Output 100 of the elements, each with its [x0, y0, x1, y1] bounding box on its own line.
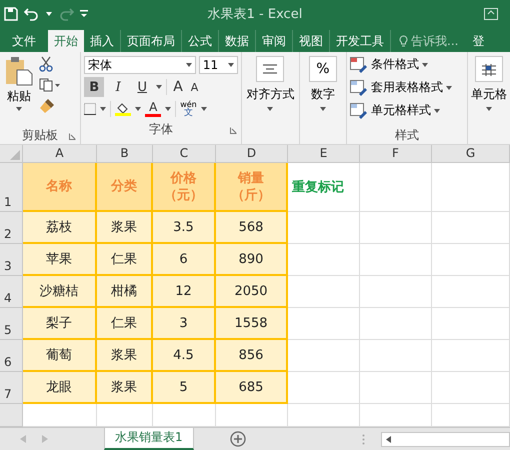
table-style-icon — [350, 56, 368, 72]
row-header[interactable]: 2 — [0, 212, 23, 244]
column-header[interactable]: B — [97, 145, 153, 162]
empty-cell — [360, 308, 432, 340]
row-header[interactable]: 3 — [0, 244, 23, 276]
caret-icon — [320, 107, 326, 111]
table-cell: 浆果 — [97, 372, 153, 404]
scissors-icon[interactable] — [39, 56, 53, 72]
caret-icon — [186, 63, 192, 67]
table-cell: 1558 — [216, 308, 288, 340]
font-color-button[interactable]: A — [145, 101, 162, 117]
caret-icon — [267, 107, 274, 111]
caret-icon[interactable] — [100, 107, 106, 111]
horizontal-scrollbar[interactable] — [380, 432, 510, 446]
caret-icon[interactable] — [200, 107, 207, 111]
caret-icon — [434, 108, 440, 112]
ribbon-tab[interactable]: 开始 — [48, 30, 84, 52]
font-style-button[interactable]: I — [108, 77, 128, 97]
table-cell: 仁果 — [97, 244, 153, 276]
column-header[interactable]: D — [216, 145, 288, 162]
empty-cell — [360, 372, 432, 404]
caret-icon[interactable] — [165, 107, 172, 111]
alignment-button[interactable]: 对齐方式 — [245, 54, 296, 111]
table-style-icon — [350, 102, 368, 118]
table-cell: 葡萄 — [23, 340, 97, 372]
column-header[interactable]: G — [432, 145, 510, 162]
table-cell: 6 — [153, 244, 216, 276]
ribbon-display-icon[interactable] — [484, 8, 498, 20]
number-format-button[interactable]: % 数字 — [302, 54, 344, 111]
customize-icon[interactable] — [80, 10, 88, 18]
table-cell: 柑橘 — [97, 276, 153, 308]
undo-icon[interactable] — [24, 6, 40, 20]
grow-font-button[interactable]: A — [171, 79, 185, 95]
sheet-tab[interactable]: 水果销量表1 — [104, 428, 194, 450]
fill-color-button[interactable] — [115, 102, 132, 116]
table-cell: 龙眼 — [23, 372, 97, 404]
copy-icon[interactable] — [39, 78, 61, 92]
group-label: 字体 — [149, 120, 174, 138]
column-header[interactable]: A — [23, 145, 97, 162]
caret-icon[interactable] — [135, 107, 142, 111]
border-icon[interactable] — [84, 103, 96, 115]
styles-menu-button[interactable]: 套用表格格式 — [350, 78, 464, 97]
styles-menu-button[interactable]: 单元格样式 — [350, 101, 464, 120]
table-cell: 梨子 — [23, 308, 97, 340]
font-name-dropdown[interactable]: 宋体 — [84, 56, 196, 74]
column-header[interactable]: E — [288, 145, 360, 162]
row-header[interactable]: 4 — [0, 276, 23, 308]
caret-icon[interactable] — [46, 12, 52, 16]
tell-me-field[interactable]: 告诉我... — [411, 32, 458, 50]
lightbulb-icon — [399, 34, 408, 48]
table-cell: 4.5 — [153, 340, 216, 372]
table-cell: 沙糖桔 — [23, 276, 97, 308]
dialog-launcher-icon[interactable] — [230, 127, 238, 134]
row-header[interactable]: 7 — [0, 372, 23, 404]
table-cell: 5 — [153, 372, 216, 404]
caret-icon — [422, 62, 428, 66]
table-cell: 荔枝 — [23, 212, 97, 244]
scroll-left-icon[interactable] — [386, 436, 391, 442]
caret-icon — [446, 86, 452, 90]
table-cell: 仁果 — [97, 308, 153, 340]
table-cell: 销量 （斤） — [216, 163, 288, 212]
cells-button[interactable]: 单元格 — [471, 54, 507, 111]
styles-menu-button[interactable]: 条件格式 — [350, 55, 464, 74]
shrink-font-button[interactable]: A — [188, 80, 200, 94]
table-cell: 3.5 — [153, 212, 216, 244]
table-cell: 浆果 — [97, 340, 153, 372]
paintbrush-icon[interactable] — [39, 98, 55, 114]
paste-button[interactable]: 粘贴 — [3, 54, 35, 122]
caret-icon[interactable] — [156, 85, 162, 89]
clipboard-icon — [3, 56, 35, 86]
sign-in-link[interactable]: 登 — [466, 30, 484, 52]
font-style-button[interactable]: B — [84, 77, 104, 97]
empty-cell — [360, 276, 432, 308]
ribbon-tab[interactable]: 文件 — [0, 30, 48, 52]
caret-icon — [16, 107, 22, 111]
table-cell: 名称 — [23, 163, 97, 212]
save-icon[interactable] — [4, 6, 18, 20]
row-header[interactable]: 1 — [0, 163, 23, 212]
phonetic-button[interactable]: wén 文 — [180, 100, 197, 118]
add-sheet-icon[interactable] — [230, 431, 246, 447]
empty-cell — [360, 244, 432, 276]
group-label: 剪贴板 — [22, 126, 58, 144]
font-style-button[interactable]: U — [132, 77, 152, 97]
table-cell: 2050 — [216, 276, 288, 308]
triangle-icon — [10, 150, 20, 160]
dialog-launcher-icon[interactable] — [69, 133, 76, 140]
empty-cell — [360, 212, 432, 244]
table-cell: 价格 （元） — [153, 163, 216, 212]
table-style-icon — [350, 80, 368, 96]
group-label: 样式 — [395, 126, 420, 144]
column-header[interactable]: C — [153, 145, 216, 162]
row-header[interactable]: 5 — [0, 308, 23, 340]
row-header[interactable]: 6 — [0, 340, 23, 372]
empty-cell — [360, 340, 432, 372]
column-header[interactable]: F — [360, 145, 432, 162]
table-cell: 浆果 — [97, 212, 153, 244]
table-cell: 苹果 — [23, 244, 97, 276]
font-size-dropdown[interactable]: 11 — [198, 56, 238, 74]
table-cell: 568 — [216, 212, 288, 244]
table-cell: 685 — [216, 372, 288, 404]
